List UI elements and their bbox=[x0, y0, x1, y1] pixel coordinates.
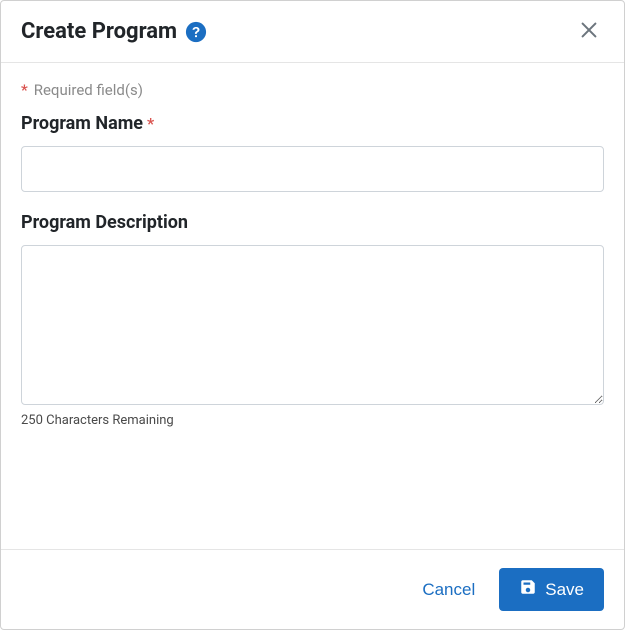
required-fields-text: Required field(s) bbox=[34, 81, 143, 99]
cancel-button[interactable]: Cancel bbox=[418, 574, 479, 606]
modal-footer: Cancel Save bbox=[1, 549, 624, 629]
program-description-group: Program Description 250 Characters Remai… bbox=[21, 212, 604, 428]
characters-remaining: 250 Characters Remaining bbox=[21, 413, 604, 428]
program-name-input[interactable] bbox=[21, 146, 604, 192]
modal-body: * Required field(s) Program Name * Progr… bbox=[1, 63, 624, 549]
modal-header: Create Program bbox=[1, 1, 624, 63]
program-name-label: Program Name * bbox=[21, 113, 604, 134]
save-button[interactable]: Save bbox=[499, 568, 604, 611]
save-icon bbox=[519, 578, 537, 601]
close-icon bbox=[578, 19, 600, 44]
help-icon[interactable] bbox=[185, 21, 207, 43]
required-asterisk-icon: * bbox=[147, 114, 154, 133]
required-fields-note: * Required field(s) bbox=[21, 81, 604, 99]
title-wrap: Create Program bbox=[21, 19, 207, 44]
save-button-label: Save bbox=[545, 580, 584, 600]
program-description-label: Program Description bbox=[21, 212, 604, 233]
close-button[interactable] bbox=[574, 15, 604, 48]
program-description-label-text: Program Description bbox=[21, 212, 188, 233]
create-program-modal: Create Program * Required field(s) Progr… bbox=[0, 0, 625, 630]
modal-title: Create Program bbox=[21, 19, 177, 44]
program-description-textarea[interactable] bbox=[21, 245, 604, 405]
program-name-label-text: Program Name bbox=[21, 113, 143, 134]
program-name-group: Program Name * bbox=[21, 113, 604, 192]
required-asterisk-icon: * bbox=[21, 81, 28, 99]
